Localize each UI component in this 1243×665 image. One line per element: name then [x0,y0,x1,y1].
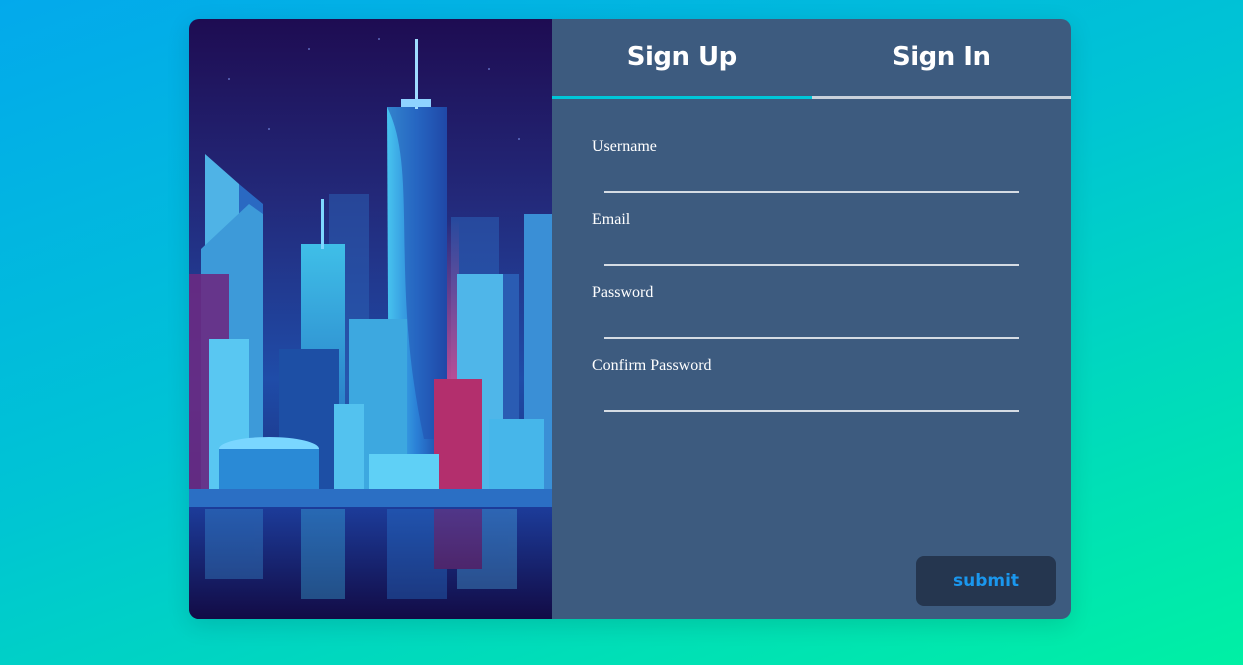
form-panel: Sign Up Sign In Username Email Password … [552,19,1071,619]
auth-tabs: Sign Up Sign In [552,19,1071,99]
email-label: Email [592,211,631,228]
password-label: Password [592,284,654,301]
confirm-password-label: Confirm Password [592,357,712,374]
password-field-group: Password [592,283,1022,356]
email-field-group: Email [592,210,1022,283]
confirm-password-field-group: Confirm Password [592,356,1022,429]
username-input[interactable] [604,163,1019,193]
city-skyline-illustration [189,19,552,619]
username-field-group: Username [592,137,1022,210]
signup-form: Username Email Password Confirm Password [592,137,1022,429]
confirm-password-input[interactable] [604,382,1019,412]
submit-button[interactable]: submit [916,556,1056,606]
tab-sign-up[interactable]: Sign Up [552,19,812,99]
username-label: Username [592,138,657,155]
signup-card: Sign Up Sign In Username Email Password … [189,19,1071,619]
password-input[interactable] [604,309,1019,339]
tab-sign-in[interactable]: Sign In [811,19,1071,99]
email-input[interactable] [604,236,1019,266]
